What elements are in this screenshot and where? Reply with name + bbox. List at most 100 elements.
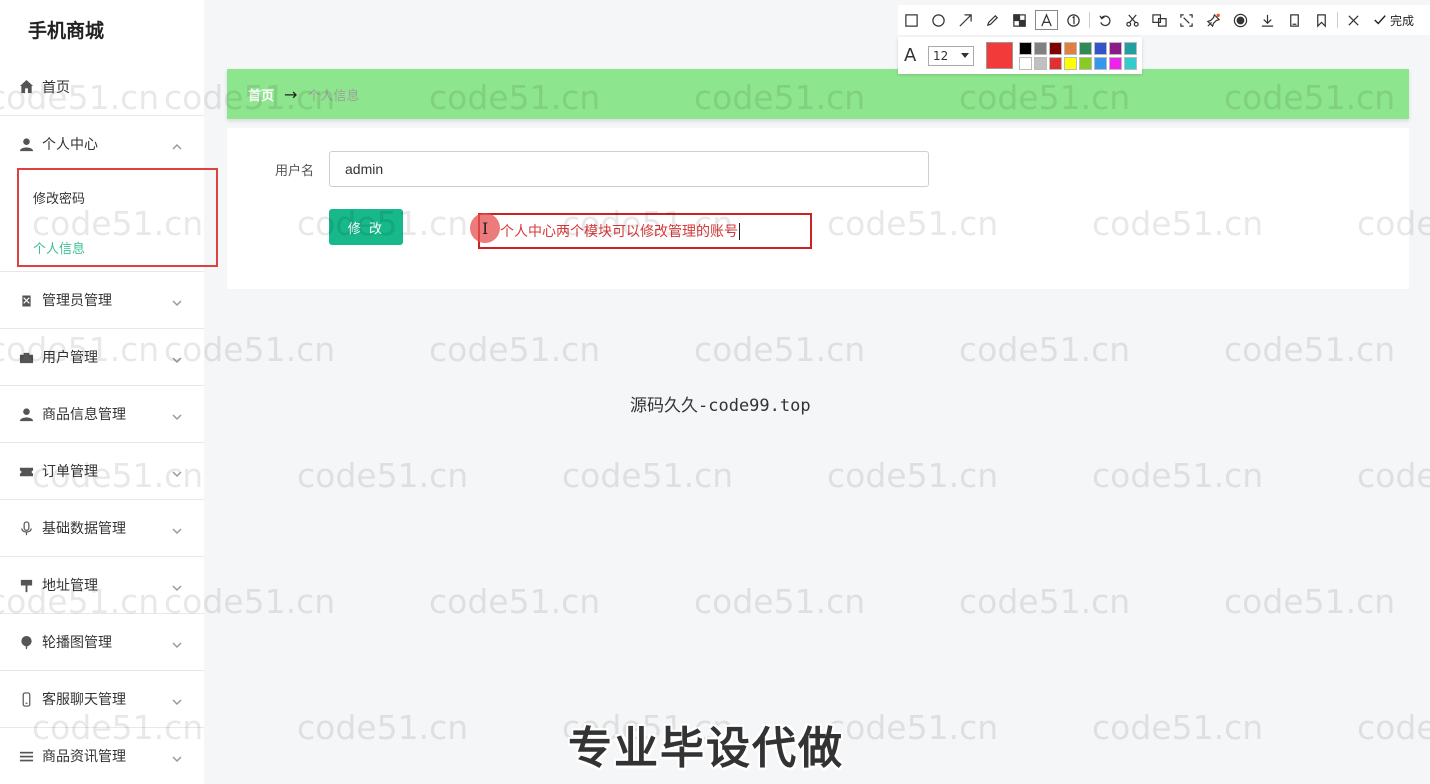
breadcrumb: 首页 → 个人信息 [227,69,1409,119]
undo-icon[interactable] [1092,8,1119,32]
color-swatch[interactable] [1109,41,1122,55]
color-swatch[interactable] [1124,56,1137,70]
pin-icon[interactable] [1200,8,1227,32]
sidebar-item-label: 地址管理 [42,578,98,594]
sidebar-item-user-management[interactable]: 用户管理 [0,328,204,385]
update-button[interactable]: 修 改 [329,209,403,245]
chevron-down-icon [172,581,182,592]
chevron-down-icon [172,752,182,763]
done-button[interactable]: 完成 [1373,12,1414,29]
promo-caption: 专业毕设代做 [568,723,844,774]
color-swatch[interactable] [1049,41,1062,55]
chevron-down-icon [172,467,182,478]
color-swatch[interactable] [1079,56,1092,70]
sidebar-item-banner-management[interactable]: 轮播图管理 [0,613,204,670]
balloon-icon [18,634,34,650]
mosaic-icon[interactable] [1006,8,1033,32]
sidebar-item-address-management[interactable]: 地址管理 [0,556,204,613]
translate-icon[interactable] [1146,8,1173,32]
color-swatch[interactable] [1094,56,1107,70]
watermark-text: code51.cn [827,456,999,495]
phone-icon [18,691,34,707]
arrow-icon[interactable] [952,8,979,32]
sidebar-item-label: 订单管理 [42,464,98,480]
sidebar-item-label: 首页 [42,79,70,96]
home-icon [18,79,34,95]
username-label: 用户名 [275,164,315,179]
watermark-text: code51.cn [1357,708,1430,747]
color-swatch[interactable] [1109,56,1122,70]
breadcrumb-current: 个人信息 [307,88,360,104]
watermark-text: code51.cn [694,582,866,621]
text-style-subbar: A 12 [898,37,1142,74]
close-icon[interactable] [1340,8,1367,32]
screenshot-toolbar: 完成 [898,5,1430,35]
annotation-text-box[interactable]: 个人中心两个模块可以修改管理的账号 [478,213,812,249]
signpost-icon [18,577,34,593]
font-size-select[interactable]: 12 [928,45,974,66]
color-swatch[interactable] [1064,41,1077,55]
sidebar-item-order-management[interactable]: 订单管理 [0,442,204,499]
watermark-text: code51.cn [297,708,469,747]
color-swatch[interactable] [1049,56,1062,70]
sidebar-item-basic-data[interactable]: 基础数据管理 [0,499,204,556]
list-icon [18,748,34,764]
watermark-text: code51.cn [1224,582,1396,621]
user-icon [18,406,34,422]
download-icon[interactable] [1254,8,1281,32]
color-swatch[interactable] [1019,41,1032,55]
color-swatch[interactable] [1034,41,1047,55]
sidebar-item-service-chat[interactable]: 客服聊天管理 [0,670,204,727]
rectangle-icon[interactable] [898,8,925,32]
color-palette [1019,41,1137,70]
toolbar-divider [1337,12,1338,28]
bookmark-icon[interactable] [1308,8,1335,32]
color-swatch[interactable] [1019,56,1032,70]
sidebar-item-product-news[interactable]: 商品资讯管理 [0,727,204,784]
chevron-down-icon [172,296,182,307]
chevron-down-icon [172,410,182,421]
circle-icon[interactable] [925,8,952,32]
username-input[interactable] [329,151,929,187]
watermark-text: code51.cn [694,330,866,369]
sidebar-item-label: 个人中心 [42,137,98,153]
sidebar-item-product-info[interactable]: 商品信息管理 [0,385,204,442]
current-color-swatch[interactable] [986,42,1013,69]
breadcrumb-home-link[interactable]: 首页 [248,85,274,104]
user-icon [18,136,34,152]
sidebar-item-label: 管理员管理 [42,293,112,309]
color-swatch[interactable] [1124,41,1137,55]
watermark-text: code51.cn [429,582,601,621]
chevron-down-icon [172,524,182,535]
microphone-icon [18,520,34,536]
source-caption: 源码久久-code99.top [630,396,811,416]
copy-icon[interactable] [1281,8,1308,32]
sidebar: 手机商城 首页 个人中心 修改密码 个人信息 管理员管理 用户管理 商品信息管理… [0,0,218,784]
color-swatch[interactable] [1064,56,1077,70]
color-swatch[interactable] [1034,56,1047,70]
text-icon[interactable] [1033,8,1060,32]
crop-icon[interactable] [1173,8,1200,32]
sidebar-item-label: 基础数据管理 [42,521,126,537]
pencil-icon[interactable] [979,8,1006,32]
briefcase-icon [18,349,34,365]
watermark-text: code51.cn [1357,456,1430,495]
watermark-text: code51.cn [1092,708,1264,747]
text-caret [739,222,740,240]
ibeam-cursor-icon: I [482,219,489,238]
sidebar-item-personal-center[interactable]: 个人中心 [0,115,204,172]
watermark-text: code51.cn [562,456,734,495]
chevron-down-icon [172,638,182,649]
watermark-text: code51.cn [429,330,601,369]
clipboard-icon [18,292,34,308]
breadcrumb-arrow-icon: → [284,84,298,104]
color-swatch[interactable] [1094,41,1107,55]
chevron-down-icon [172,353,182,364]
number-icon[interactable] [1060,8,1087,32]
cut-icon[interactable] [1119,8,1146,32]
sidebar-item-admin-management[interactable]: 管理员管理 [0,271,204,328]
toolbar-divider [1089,12,1090,28]
color-swatch[interactable] [1079,41,1092,55]
record-icon[interactable] [1227,8,1254,32]
sidebar-item-home[interactable]: 首页 [0,58,204,115]
